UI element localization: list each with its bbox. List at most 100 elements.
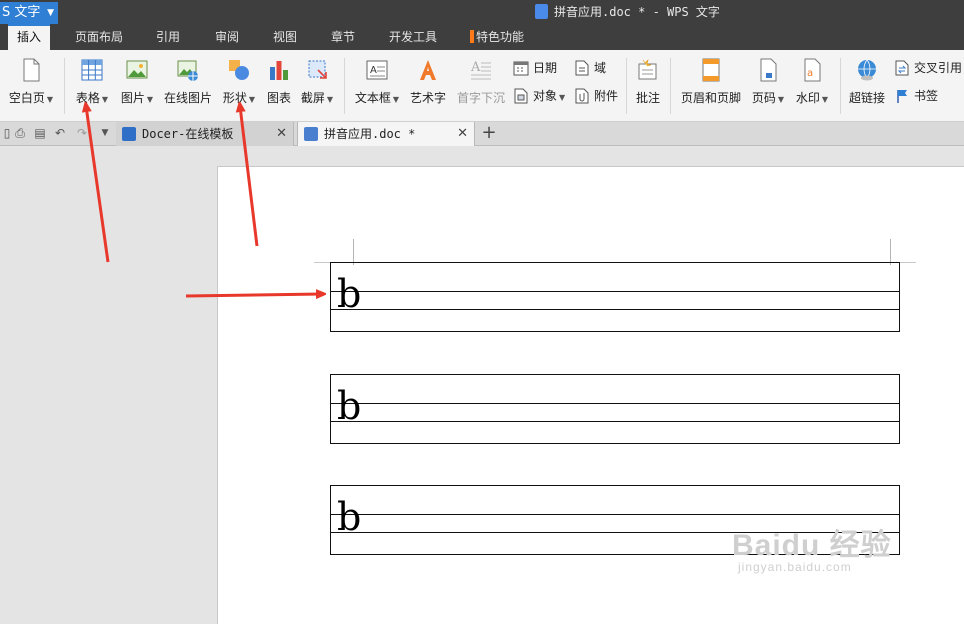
grid-line [331,403,899,404]
grid-line [331,421,899,422]
cross-reference-button[interactable]: 交叉引用 [894,58,962,78]
table-label: 表格 [75,91,100,105]
picture-button[interactable]: 图片 ▼ [118,58,156,116]
ribbon-separator [840,58,841,114]
app-menu-label: S 文字 [2,5,41,20]
tab-special-features[interactable]: 特色功能 [462,24,532,50]
chart-icon [270,61,288,80]
bookmark-flag-icon [897,90,907,103]
tab-insert[interactable]: 插入 [8,24,50,50]
svg-text:A: A [470,60,481,75]
pinyin-letter: b [337,495,362,539]
tab-page-layout[interactable]: 页面布局 [66,24,132,50]
screenshot-button[interactable]: 截屏 ▼ [298,58,336,116]
field-button[interactable]: 域 [574,58,606,78]
pinyin-letter: b [337,384,362,428]
chart-button[interactable]: 图表 [264,58,294,116]
wps-document-icon [535,4,548,19]
chevron-down-icon: ▼ [47,8,54,18]
cross-reference-label: 交叉引用 [914,61,963,75]
attachment-button[interactable]: 附件 [574,86,618,106]
screenshot-label: 截屏 [300,91,325,105]
baidu-jingyan-watermark: Baidu 经验 jingyan.baidu.com [732,520,892,574]
word-art-label: 艺术字 [409,91,446,105]
drop-cap-icon: A [470,60,491,80]
attachment-label: 附件 [594,89,619,103]
comment-button[interactable]: 批注 [632,58,664,116]
drop-cap-button[interactable]: A 首字下沉 [455,58,507,116]
tab-review[interactable]: 审阅 [205,24,249,50]
globe-link-icon [858,59,876,81]
grid-line [331,309,899,310]
special-features-marker-icon [469,30,474,43]
pinyin-grid[interactable]: b [330,262,900,332]
drop-cap-label: 首字下沉 [456,91,505,105]
text-box-label: 文本框 [354,91,391,105]
ribbon-insert: 空白页 ▼ 表格 ▼ 图片 ▼ 在线图片 形状 ▼ 图表 截屏 ▼ A 文本框 ▼ 艺术字 [0,50,964,122]
tab-developer-tools[interactable]: 开发工具 [380,24,446,50]
close-icon[interactable]: ✕ [276,122,287,146]
shape-button[interactable]: 形状 ▼ [220,58,258,116]
pinyin-letter: b [337,272,362,316]
window-title-text: 拼音应用.doc * - WPS 文字 [554,5,720,19]
online-picture-icon [177,60,198,81]
watermark-button[interactable]: a 水印 ▼ [793,58,831,116]
wps-document-icon [304,127,318,141]
header-footer-icon [702,58,720,82]
hyperlink-button[interactable]: 超链接 [846,58,888,116]
print-icon[interactable]: ⎙ [13,126,27,140]
object-button[interactable]: 对象 ▼ [513,86,565,106]
bookmark-button[interactable]: 书签 [894,86,938,106]
word-art-icon [420,60,436,80]
shape-label: 形状 [222,91,247,105]
tab-references[interactable]: 引用 [146,24,190,50]
docer-icon [122,127,136,141]
undo-icon[interactable]: ↶ [53,126,67,140]
ribbon-separator [344,58,345,114]
blank-page-button[interactable]: 空白页 ▼ [6,58,56,116]
tab-current-document[interactable]: 拼音应用.doc * ✕ [297,122,475,146]
redo-icon[interactable]: ↷ [75,126,89,140]
ribbon-separator [626,58,627,114]
date-button[interactable]: 日期 [513,58,557,78]
field-icon [575,60,589,76]
page-number-label: 页码 [751,91,776,105]
date-label: 日期 [533,61,558,75]
tab-docer-templates[interactable]: Docer-在线模板 ✕ [116,122,294,146]
ribbon-separator [670,58,671,114]
comment-label: 批注 [635,91,660,105]
close-icon[interactable]: ✕ [457,122,468,146]
online-picture-button[interactable]: 在线图片 [162,58,214,116]
menu-tab-bar: 插入 页面布局 引用 审阅 视图 章节 开发工具 特色功能 [0,24,964,50]
tab-document-label: 拼音应用.doc * [324,127,416,141]
svg-text:A: A [370,65,377,76]
table-button[interactable]: 表格 ▼ [72,58,112,116]
page-number-icon [760,58,777,82]
word-art-button[interactable]: 艺术字 [408,58,448,116]
open-icon[interactable]: ▯ [0,126,14,140]
header-footer-label: 页眉和页脚 [680,91,741,105]
tab-view[interactable]: 视图 [263,24,307,50]
screenshot-icon [308,60,327,79]
svg-text:a: a [807,68,813,79]
pinyin-grid[interactable]: b [330,374,900,444]
header-footer-button[interactable]: 页眉和页脚 [678,58,744,116]
blank-page-icon [23,58,40,82]
app-menu-button[interactable]: S 文字 ▼ [0,2,58,24]
new-tab-plus-icon[interactable]: + [480,122,498,146]
print-preview-icon[interactable]: ▤ [33,126,47,140]
watermark-main-text: Baidu 经验 [732,529,892,562]
tab-chapter[interactable]: 章节 [321,24,365,50]
blank-page-label: 空白页 [8,91,45,105]
chart-label: 图表 [266,91,291,105]
comment-icon [638,59,657,80]
object-label: 对象 [533,89,558,103]
title-bar: S 文字 ▼ 拼音应用.doc * - WPS 文字 [0,0,964,24]
document-tab-bar: ▯ ⎙ ▤ ↶ ↷ ▼ Docer-在线模板 ✕ 拼音应用.doc * ✕ + [0,122,964,146]
page-number-button[interactable]: 页码 ▼ [749,58,787,116]
text-box-button[interactable]: A 文本框 ▼ [352,58,402,116]
tab-docer-label: Docer-在线模板 [142,127,234,141]
hyperlink-label: 超链接 [848,91,885,105]
quick-access-dropdown-icon[interactable]: ▼ [98,126,112,140]
bookmark-label: 书签 [914,89,939,103]
